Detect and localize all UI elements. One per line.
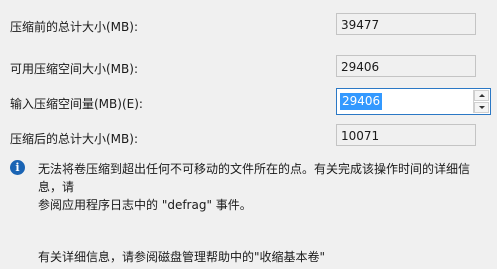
info-icon: i [10, 160, 25, 175]
increment-button[interactable] [474, 90, 489, 101]
available-space-label: 可用压缩空间大小(MB): [10, 62, 138, 76]
total-after-label: 压缩后的总计大小(MB): [10, 132, 138, 146]
decrement-button[interactable] [474, 102, 489, 113]
total-before-value: 39477 [336, 13, 476, 35]
shrink-amount-stepper[interactable]: 29406 [336, 88, 491, 115]
info-message-line-2: 参阅应用程序日志中的 "defrag" 事件。 [38, 198, 252, 212]
available-space-value: 29406 [336, 55, 476, 77]
info-message: 无法将卷压缩到超出任何不可移动的文件所在的点。有关完成该操作时间的详细信息，请 … [38, 160, 490, 214]
help-reference-text: 有关详细信息，请参阅磁盘管理帮助中的"收缩基本卷" [38, 250, 326, 264]
stepper-buttons [473, 90, 489, 113]
shrink-amount-input[interactable]: 29406 [340, 93, 383, 110]
arrow-down-icon [479, 106, 485, 109]
total-before-label: 压缩前的总计大小(MB): [10, 20, 138, 34]
shrink-amount-label: 输入压缩空间量(MB)(E): [10, 97, 143, 111]
info-message-line-1: 无法将卷压缩到超出任何不可移动的文件所在的点。有关完成该操作时间的详细信息，请 [38, 162, 471, 194]
total-after-value: 10071 [336, 124, 476, 146]
arrow-up-icon [479, 94, 485, 97]
